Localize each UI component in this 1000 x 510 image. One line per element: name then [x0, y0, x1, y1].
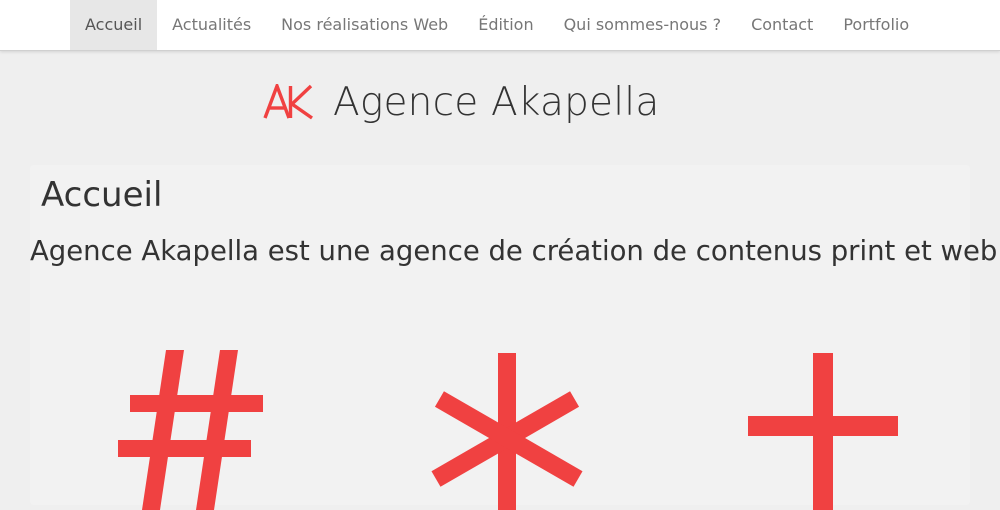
nav-item-edition[interactable]: Édition: [463, 0, 548, 50]
hash-icon: [118, 350, 263, 510]
top-navbar: Accueil Actualités Nos réalisations Web …: [0, 0, 1000, 51]
nav-item-accueil[interactable]: Accueil: [70, 0, 158, 50]
content-panel: Accueil Agence Akapella est une agence d…: [30, 165, 998, 510]
ak-logo[interactable]: [263, 84, 315, 120]
nav-item-contact[interactable]: Contact: [736, 0, 828, 50]
brand-name: Agence Akapella: [333, 79, 660, 125]
brand[interactable]: Agence Akapella: [263, 74, 659, 130]
tagline: Agence Akapella est une agence de créati…: [30, 235, 998, 267]
plus-icon: [748, 353, 898, 510]
nav-item-realisations-web[interactable]: Nos réalisations Web: [266, 0, 463, 50]
page-title: Accueil: [41, 175, 163, 215]
nav-item-portfolio[interactable]: Portfolio: [828, 0, 924, 50]
nav-menu: Accueil Actualités Nos réalisations Web …: [70, 0, 924, 50]
nav-item-actualites[interactable]: Actualités: [157, 0, 266, 50]
nav-item-qui-sommes-nous[interactable]: Qui sommes-nous ?: [549, 0, 737, 50]
asterisk-icon: [431, 353, 583, 510]
